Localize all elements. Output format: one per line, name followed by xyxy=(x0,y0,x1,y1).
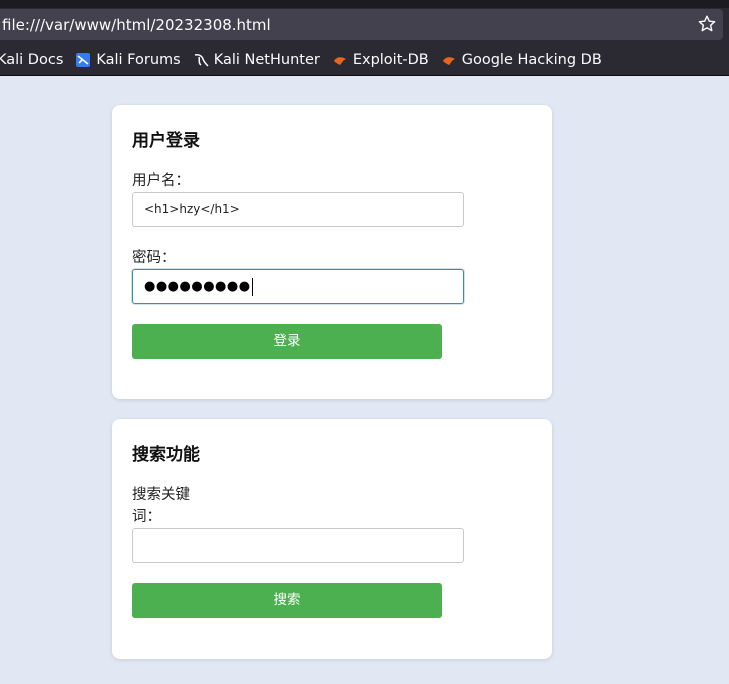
bookmark-exploit-db[interactable]: Exploit-DB xyxy=(332,52,429,68)
exploit-db-icon xyxy=(333,57,346,65)
search-title: 搜索功能 xyxy=(132,445,200,465)
username-value: <h1>hzy</h1> xyxy=(144,202,240,216)
text-caret xyxy=(251,277,253,296)
username-label: 用户名： xyxy=(132,173,190,189)
bookmark-kali-nethunter[interactable]: Kali NetHunter xyxy=(193,52,320,68)
search-button[interactable]: 搜索 xyxy=(132,583,442,618)
kali-forums-icon xyxy=(76,53,91,67)
kali-nethunter-icon xyxy=(194,54,209,67)
bookmark-label: Exploit-DB xyxy=(352,52,429,68)
bookmark-kali-docs[interactable]: Kali Docs xyxy=(0,52,63,68)
keyword-label-line1: 搜索关键 xyxy=(132,487,190,503)
tab-strip xyxy=(0,0,729,8)
login-title: 用户登录 xyxy=(132,131,200,151)
login-button[interactable]: 登录 xyxy=(132,324,442,359)
login-card: 用户登录 用户名： <h1>hzy</h1> 密码： ●●●●●●●●● 登录 xyxy=(112,105,552,399)
url-text[interactable]: file:///var/www/html/20232308.html xyxy=(0,16,271,34)
bookmarks-toolbar: Kali Docs Kali Forums Kali NetHunter Exp… xyxy=(0,46,729,74)
bookmark-label: Google Hacking DB xyxy=(461,52,602,68)
ghdb-icon xyxy=(442,57,455,65)
browser-chrome: file:///var/www/html/20232308.html Kali … xyxy=(0,0,729,76)
bookmark-label: Kali NetHunter xyxy=(213,52,320,68)
keyword-label-line2: 词： xyxy=(132,509,161,525)
password-field[interactable]: ●●●●●●●●● xyxy=(132,269,464,304)
bookmark-label: Kali Forums xyxy=(96,52,181,68)
search-card: 搜索功能 搜索关键 词： 搜索 xyxy=(112,419,552,659)
password-label: 密码： xyxy=(132,250,176,266)
bookmark-ghdb[interactable]: Google Hacking DB xyxy=(441,52,602,68)
password-value: ●●●●●●●●● xyxy=(144,279,251,294)
search-keyword-field[interactable] xyxy=(132,528,464,563)
bookmark-kali-forums[interactable]: Kali Forums xyxy=(75,52,181,68)
username-field[interactable]: <h1>hzy</h1> xyxy=(132,192,464,227)
bookmark-star-icon[interactable] xyxy=(697,14,717,34)
toolbar-divider xyxy=(0,75,729,76)
bookmark-label: Kali Docs xyxy=(0,52,64,68)
url-bar[interactable]: file:///var/www/html/20232308.html xyxy=(0,9,723,40)
